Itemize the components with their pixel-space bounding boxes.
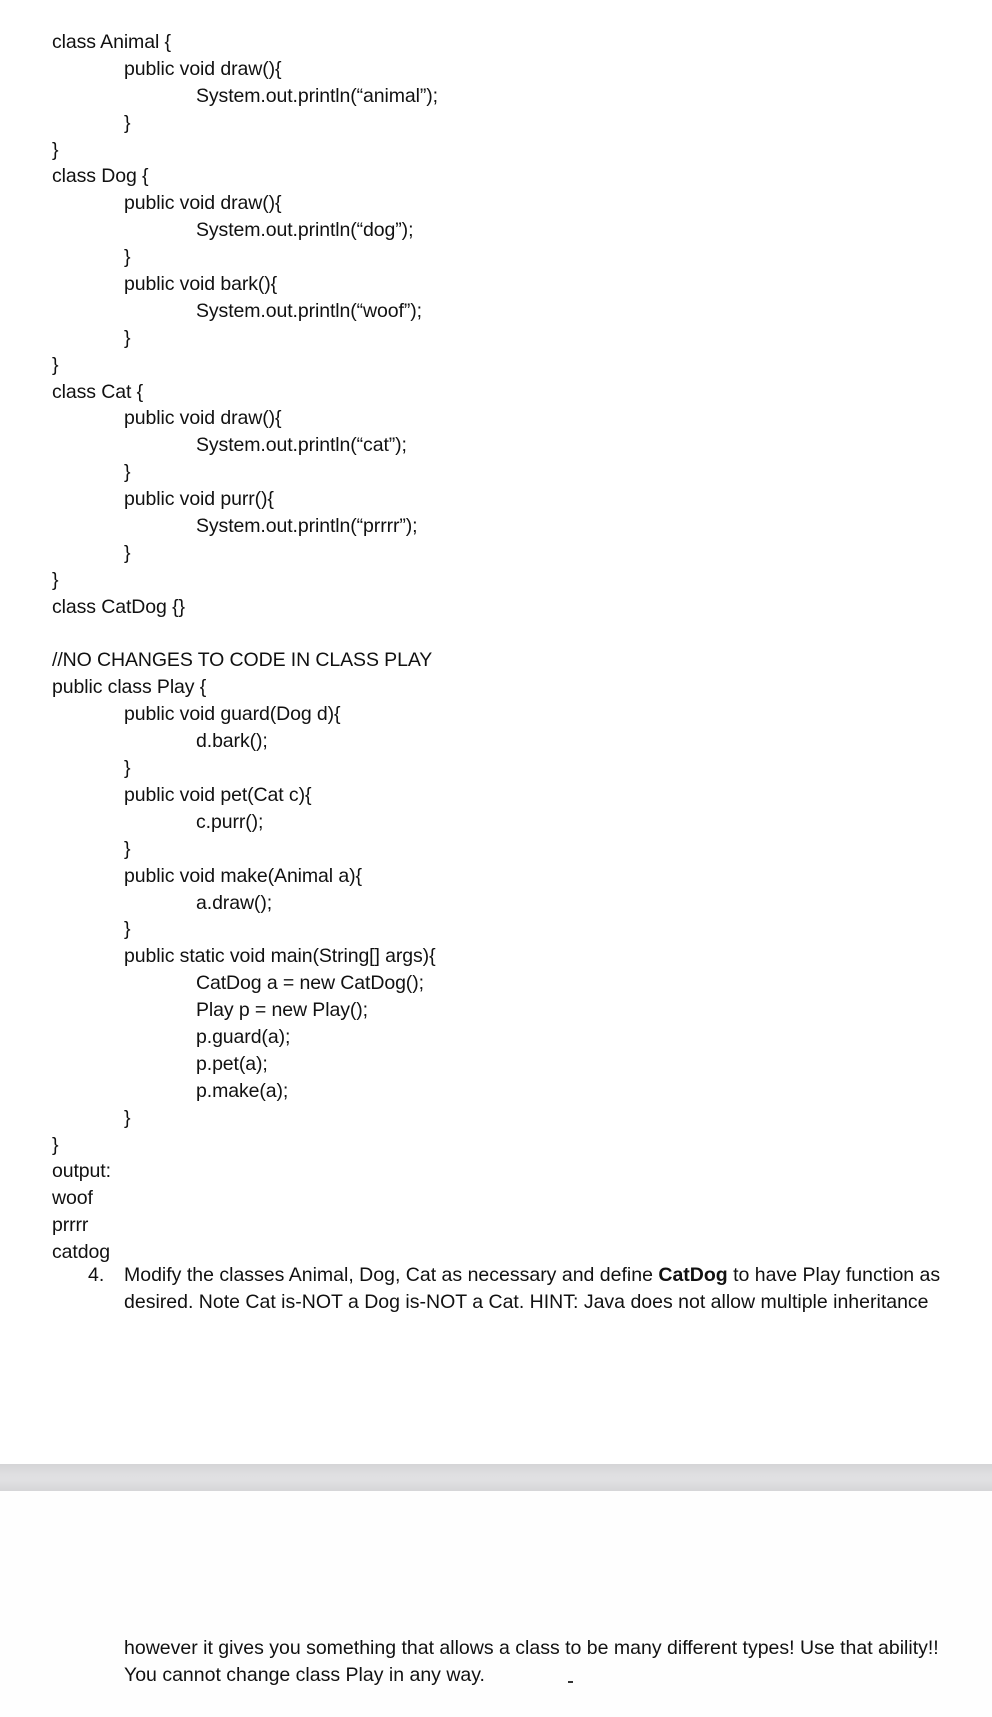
code-line: System.out.println(“cat”); (196, 434, 407, 457)
code-line: public void make(Animal a){ (124, 864, 362, 887)
code-line: public static void main(String[] args){ (124, 945, 436, 968)
question-bold-classname: CatDog (658, 1264, 728, 1286)
code-line: } (52, 568, 59, 591)
question-text-before: Modify the classes Animal, Dog, Cat as n… (124, 1264, 659, 1286)
page-break-separator (0, 1464, 992, 1491)
code-line: } (124, 1106, 131, 1129)
code-line: p.make(a); (196, 1079, 289, 1102)
code-line: output: (52, 1160, 111, 1183)
code-line: } (52, 353, 59, 376)
continuation-line-2: You cannot change class Play in any way. (124, 1664, 485, 1686)
code-line: c.purr(); (196, 810, 264, 833)
document-page-upper: class Animal { public void draw(){ System.… (0, 0, 992, 1464)
code-line: } (124, 918, 131, 941)
code-line: System.out.println(“animal”); (196, 84, 439, 107)
code-line: System.out.println(“prrrr”); (196, 515, 418, 538)
continuation-line-1: however it gives you something that allo… (124, 1637, 939, 1659)
code-line: } (124, 111, 131, 134)
question-number: 4. (88, 1264, 105, 1286)
code-line: a.draw(); (196, 891, 273, 914)
code-line: p.guard(a); (196, 1025, 291, 1048)
code-line: //NO CHANGES TO CODE IN CLASS PLAY (52, 649, 433, 672)
code-line: public class Play { (52, 676, 207, 699)
code-line: public void guard(Dog d){ (124, 703, 341, 726)
code-line: } (52, 138, 59, 161)
code-line: class Animal { (52, 31, 171, 53)
code-line: public void purr(){ (124, 488, 274, 511)
code-line: class Dog { (52, 165, 149, 188)
code-line: class CatDog {} (52, 595, 185, 618)
code-line: public void draw(){ (124, 407, 282, 430)
code-line: } (124, 246, 131, 269)
code-listing: class Animal { public void draw(){ System.… (52, 29, 438, 1266)
code-line: } (124, 837, 131, 860)
code-line: } (124, 326, 131, 349)
code-line: public void bark(){ (124, 273, 278, 296)
code-line: public void draw(){ (124, 57, 282, 80)
code-line: prrrr (52, 1214, 89, 1237)
code-line: } (52, 1133, 59, 1156)
code-line: Play p = new Play(); (196, 999, 368, 1022)
question-4: 4. Modify the classes Animal, Dog, Cat a… (88, 1262, 968, 1316)
code-line: woof (52, 1187, 93, 1210)
question-text: Modify the classes Animal, Dog, Cat as n… (124, 1262, 968, 1316)
code-line: public void draw(){ (124, 192, 282, 215)
question-continuation: however it gives you something that allo… (124, 1635, 939, 1689)
code-line: } (124, 757, 131, 780)
code-line: d.bark(); (196, 730, 268, 753)
code-line: } (124, 541, 131, 564)
code-line: System.out.println(“dog”); (196, 219, 414, 242)
stray-mark (568, 1681, 573, 1683)
code-line: CatDog a = new CatDog(); (196, 972, 424, 995)
code-line: public void pet(Cat c){ (124, 783, 312, 806)
code-line: p.pet(a); (196, 1052, 268, 1075)
code-line: class Cat { (52, 380, 144, 403)
code-line: System.out.println(“woof”); (196, 299, 422, 322)
code-line: } (124, 461, 131, 484)
